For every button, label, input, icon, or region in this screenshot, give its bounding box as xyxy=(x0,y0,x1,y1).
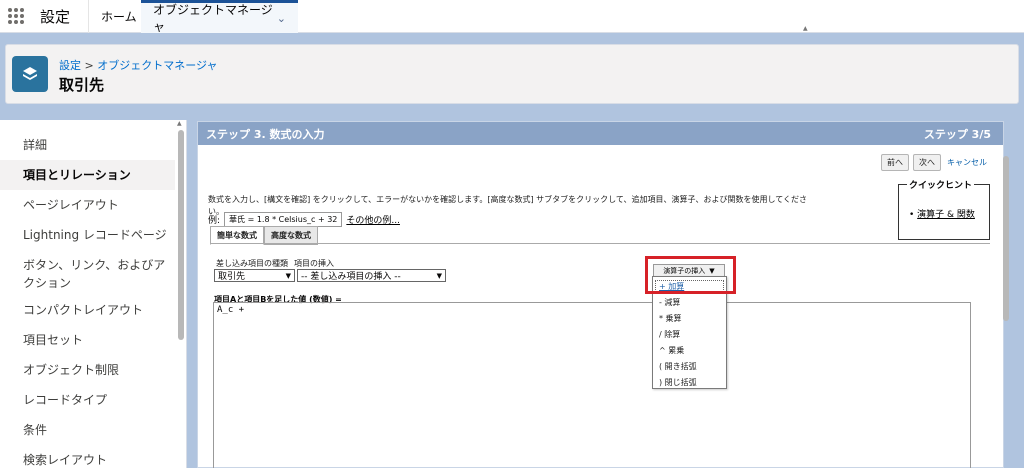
sidebar-item-conditions[interactable]: 条件 xyxy=(0,421,175,439)
breadcrumb-setup-link[interactable]: 設定 xyxy=(59,59,81,72)
scroll-up-arrow-icon[interactable]: ▲ xyxy=(803,25,808,32)
annotation-highlight-box xyxy=(645,256,736,294)
sidebar-item-lightning-record-pages[interactable]: Lightning レコードページ xyxy=(0,226,175,244)
quick-hint-box: クイックヒント • 演算子 & 関数 xyxy=(898,178,990,240)
prev-button[interactable]: 前へ xyxy=(881,154,909,171)
step-count: ステップ 3/5 xyxy=(923,127,991,141)
more-examples-link[interactable]: その他の例... xyxy=(346,213,400,226)
app-name: 設定 xyxy=(40,7,71,26)
operator-subtract[interactable]: - 減算 xyxy=(659,297,680,308)
wizard-buttons: 前へ 次へ キャンセル xyxy=(881,154,987,171)
operator-multiply[interactable]: * 乗算 xyxy=(659,313,682,324)
example-label: 例: xyxy=(208,216,221,226)
sidebar: ▲ 詳細 項目とリレーション ページレイアウト Lightning レコードペー… xyxy=(0,120,187,468)
step-title: ステップ 3. 数式の入力 xyxy=(206,127,325,141)
sidebar-item-fields-relationships[interactable]: 項目とリレーション xyxy=(0,160,175,190)
object-header: 設定 > オブジェクトマネージャ 取引先 xyxy=(5,44,1019,104)
sidebar-item-field-sets[interactable]: 項目セット xyxy=(0,331,175,349)
sidebar-item-search-layouts[interactable]: 検索レイアウト xyxy=(0,451,175,468)
tab-object-manager[interactable]: オブジェクトマネージャ ⌄ xyxy=(141,0,298,34)
formula-editor-panel: ステップ 3. 数式の入力 ステップ 3/5 前へ 次へ キャンセル 数式を入力… xyxy=(197,121,1004,468)
insert-merge-field-select[interactable]: -- 差し込み項目の挿入 -- ▼ xyxy=(297,269,446,282)
tab-home[interactable]: ホーム xyxy=(88,0,149,33)
top-nav: 設定 ホーム オブジェクトマネージャ ⌄ xyxy=(0,0,1024,34)
step-bar: ステップ 3. 数式の入力 ステップ 3/5 xyxy=(198,122,1003,145)
quick-hint-title: クイックヒント xyxy=(907,178,975,191)
insert-merge-field-value: -- 差し込み項目の挿入 -- xyxy=(301,272,401,282)
tab-home-label: ホーム xyxy=(101,10,137,24)
subtab-divider xyxy=(210,243,990,244)
operator-open-paren[interactable]: ( 開き括弧 xyxy=(659,361,697,372)
operators-functions-link[interactable]: 演算子 & 関数 xyxy=(917,210,975,220)
sidebar-item-buttons-links-actions-line2[interactable]: クション xyxy=(0,274,175,292)
layers-icon xyxy=(12,56,48,92)
merge-field-type-value: 取引先 xyxy=(218,272,246,282)
sidebar-item-compact-layouts[interactable]: コンパクトレイアウト xyxy=(0,301,175,319)
operator-close-paren[interactable]: ) 閉じ括弧 xyxy=(659,377,697,388)
next-button[interactable]: 次へ xyxy=(913,154,941,171)
sidebar-item-buttons-links-actions[interactable]: ボタン、リンク、およびア xyxy=(0,256,175,274)
sidebar-item-object-limits[interactable]: オブジェクト制限 xyxy=(0,361,175,379)
tab-object-manager-label: オブジェクトマネージャ xyxy=(153,3,273,34)
breadcrumb: 設定 > オブジェクトマネージャ xyxy=(59,57,217,73)
quick-hint-item: • 演算子 & 関数 xyxy=(909,210,975,220)
breadcrumb-separator: > xyxy=(84,59,94,72)
merge-field-type-label: 差し込み項目の種類 xyxy=(216,259,288,268)
page-title: 取引先 xyxy=(59,76,105,94)
cancel-link[interactable]: キャンセル xyxy=(947,157,987,168)
example-row: 例: 華氏 = 1.8 * Celsius_c + 32 その他の例... xyxy=(208,212,400,227)
sidebar-item-details[interactable]: 詳細 xyxy=(0,136,175,154)
merge-field-type-select[interactable]: 取引先 ▼ xyxy=(214,269,295,282)
sidebar-item-page-layouts[interactable]: ページレイアウト xyxy=(0,196,175,214)
operator-divide[interactable]: / 除算 xyxy=(659,329,680,340)
example-formula: 華氏 = 1.8 * Celsius_c + 32 xyxy=(224,212,343,227)
formula-textarea[interactable]: A_c + xyxy=(213,302,971,468)
chevron-down-icon: ▼ xyxy=(285,271,291,280)
main-scrollbar[interactable] xyxy=(1003,156,1009,321)
scroll-up-arrow-icon[interactable]: ▲ xyxy=(177,120,182,127)
operator-power[interactable]: ^ 累乗 xyxy=(659,345,684,356)
chevron-down-icon: ▼ xyxy=(436,271,442,280)
app-launcher-icon[interactable] xyxy=(8,8,24,24)
insert-field-label: 項目の挿入 xyxy=(294,259,334,268)
breadcrumb-object-manager-link[interactable]: オブジェクトマネージャ xyxy=(97,59,217,72)
chevron-down-icon[interactable]: ⌄ xyxy=(277,12,286,25)
sidebar-item-record-types[interactable]: レコードタイプ xyxy=(0,391,175,409)
sidebar-scrollbar[interactable] xyxy=(178,130,184,340)
